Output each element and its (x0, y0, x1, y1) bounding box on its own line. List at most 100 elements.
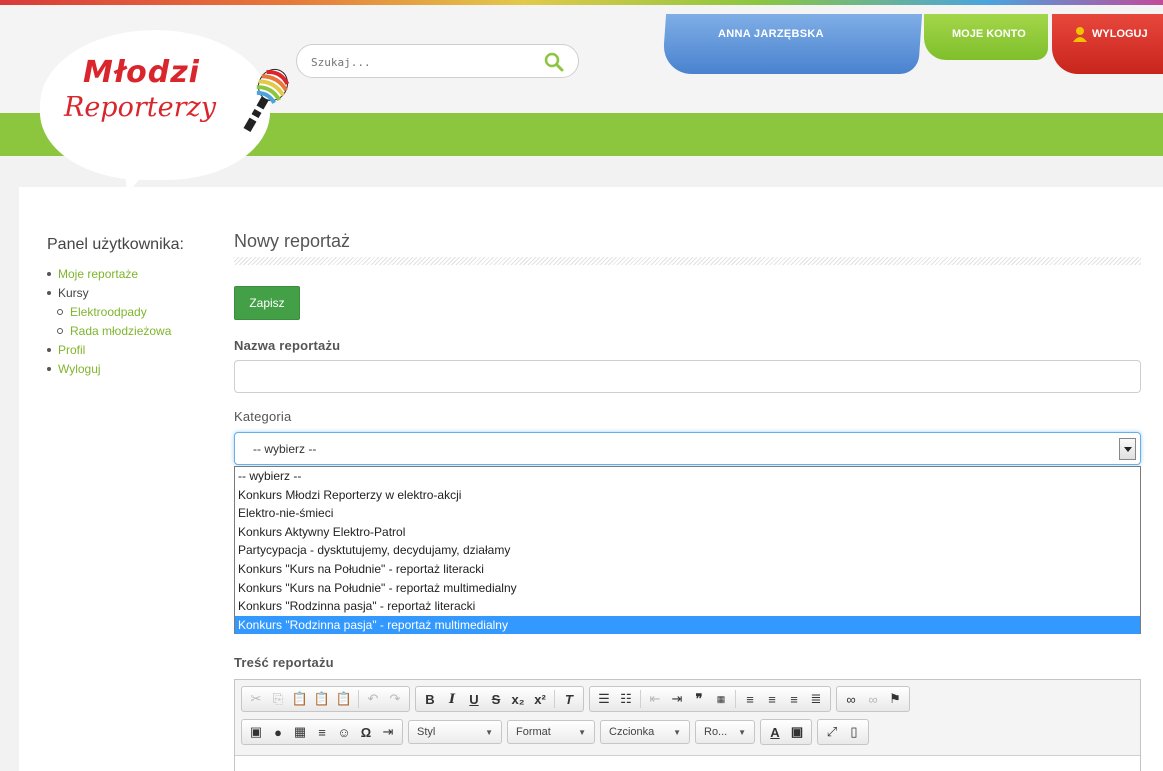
sidebar-item-profile[interactable]: Profil (47, 340, 171, 359)
remove-format-icon[interactable]: T (559, 689, 579, 709)
bulleted-list-icon[interactable]: ☷ (616, 689, 636, 709)
search-input[interactable] (311, 52, 541, 72)
logo-text-reporterzy[interactable]: Reporterzy (64, 92, 216, 123)
align-right-icon[interactable]: ≡ (784, 689, 804, 709)
indent-icon[interactable]: ⇥ (667, 689, 687, 709)
sidebar-subitem-elektroodpady[interactable]: Elektroodpady (57, 302, 171, 321)
sidebar-item-label[interactable]: Moje reportaże (58, 265, 138, 283)
category-selected-value[interactable]: -- wybierz -- (253, 442, 316, 456)
link-icon[interactable]: ∞ (841, 689, 861, 709)
sidebar-item-label[interactable]: Profil (58, 341, 85, 359)
font-size-dropdown[interactable]: Ro... ▼ (695, 720, 755, 744)
align-left-icon[interactable]: ≡ (740, 689, 760, 709)
rich-text-editor: ✂ ⎘ 📋 📋 📋 ↶ ↷ B I U S x₂ x² T ☰ ☷ ⇤ ⇥ ❞ … (234, 679, 1141, 771)
italic-icon[interactable]: I (442, 689, 462, 709)
chevron-down-icon[interactable]: ▼ (673, 728, 681, 737)
format-dropdown[interactable]: Format ▼ (507, 720, 595, 744)
flash-icon[interactable]: ● (268, 722, 288, 742)
blockquote-icon[interactable]: ❞ (689, 689, 709, 709)
dropdown-option[interactable]: Partycypacja - dysktutujemy, decydujamy,… (235, 541, 1140, 560)
anchor-flag-icon[interactable]: ⚑ (885, 689, 905, 709)
redo-icon[interactable]: ↷ (385, 689, 405, 709)
paragraph-group: ☰ ☷ ⇤ ⇥ ❞ ▦ ≡ ≡ ≡ ≣ (589, 686, 831, 712)
create-div-icon[interactable]: ▦ (711, 689, 731, 709)
dropdown-option[interactable]: Elektro-nie-śmieci (235, 504, 1140, 523)
dropdown-option[interactable]: Konkurs "Kurs na Południe" - reportaż li… (235, 560, 1140, 579)
smiley-icon[interactable]: ☺ (334, 722, 354, 742)
align-center-icon[interactable]: ≡ (762, 689, 782, 709)
bullet (47, 366, 51, 371)
cut-icon[interactable]: ✂ (246, 689, 266, 709)
user-name-tab[interactable] (661, 14, 923, 74)
show-blocks-icon[interactable]: ▯ (844, 722, 864, 742)
paste-icon[interactable]: 📋 (290, 689, 310, 709)
category-label: Kategoria (234, 409, 292, 424)
sidebar-submenu-courses: Elektroodpady Rada młodzieżowa (47, 302, 171, 340)
logo-text-mlodzi[interactable]: Młodzi (83, 55, 200, 90)
separator (554, 690, 555, 708)
sidebar-item-label[interactable]: Elektroodpady (70, 303, 147, 321)
bullet (47, 271, 51, 276)
numbered-list-icon[interactable]: ☰ (594, 689, 614, 709)
search-box[interactable] (296, 44, 579, 78)
strikethrough-icon[interactable]: S (486, 689, 506, 709)
maximize-icon[interactable]: ⤢ (822, 722, 842, 742)
page: Młodzi Reporterzy ANNA JARZĘBSKA MOJE KO… (0, 0, 1163, 771)
sidebar-item-logout[interactable]: Wyloguj (47, 359, 171, 378)
font-size-dropdown-label[interactable]: Ro... (704, 726, 727, 738)
paste-text-icon[interactable]: 📋 (312, 689, 332, 709)
bold-icon[interactable]: B (420, 689, 440, 709)
report-name-input[interactable] (234, 360, 1141, 393)
dropdown-option[interactable]: Konkurs "Rodzinna pasja" - reportaż lite… (235, 597, 1140, 616)
editor-content-area[interactable] (235, 755, 1140, 771)
sidebar-item-label[interactable]: Wyloguj (58, 360, 101, 378)
page-break-icon[interactable]: ⇥ (378, 722, 398, 742)
font-dropdown[interactable]: Czcionka ▼ (600, 720, 690, 744)
format-dropdown-label[interactable]: Format (516, 726, 551, 738)
copy-icon[interactable]: ⎘ (268, 689, 288, 709)
report-name-label: Nazwa reportażu (234, 338, 341, 353)
style-dropdown-label[interactable]: Styl (417, 726, 435, 738)
bullet (47, 347, 51, 352)
background-color-icon[interactable]: ▣ (787, 722, 807, 742)
superscript-icon[interactable]: x² (530, 689, 550, 709)
chevron-down-icon[interactable]: ▼ (738, 728, 746, 737)
search-icon[interactable] (544, 52, 564, 72)
subscript-icon[interactable]: x₂ (508, 689, 528, 709)
special-char-icon[interactable]: Ω (356, 722, 376, 742)
sidebar-subitem-rada-mlodziezowa[interactable]: Rada młodzieżowa (57, 321, 171, 340)
bullet (47, 290, 51, 295)
dropdown-option[interactable]: Konkurs "Kurs na Południe" - reportaż mu… (235, 579, 1140, 598)
chevron-down-icon[interactable] (1119, 438, 1136, 460)
image-icon[interactable]: ▣ (246, 722, 266, 742)
outdent-icon[interactable]: ⇤ (645, 689, 665, 709)
paste-word-icon[interactable]: 📋 (334, 689, 354, 709)
unlink-icon[interactable]: ∞ (863, 689, 883, 709)
dropdown-option[interactable]: -- wybierz -- (235, 467, 1140, 486)
user-name-label[interactable]: ANNA JARZĘBSKA (718, 28, 824, 40)
category-select[interactable]: -- wybierz -- (234, 432, 1141, 465)
dropdown-option-highlighted[interactable]: Konkurs "Rodzinna pasja" - reportaż mult… (235, 615, 1140, 635)
style-dropdown[interactable]: Styl ▼ (408, 720, 502, 744)
horizontal-line-icon[interactable]: ≡ (312, 722, 332, 742)
dropdown-option[interactable]: Konkurs Młodzi Reporterzy w elektro-akcj… (235, 486, 1140, 505)
font-dropdown-label[interactable]: Czcionka (609, 726, 654, 738)
dropdown-option[interactable]: Konkurs Aktywny Elektro-Patrol (235, 523, 1140, 542)
chevron-down-icon[interactable]: ▼ (578, 728, 586, 737)
align-justify-icon[interactable]: ≣ (806, 689, 826, 709)
table-icon[interactable]: ▦ (290, 722, 310, 742)
logout-label[interactable]: WYLOGUJ (1092, 28, 1148, 40)
sidebar-item-my-reports[interactable]: Moje reportaże (47, 264, 171, 283)
sidebar-item-label[interactable]: Rada młodzieżowa (70, 322, 171, 340)
chevron-down-icon[interactable]: ▼ (485, 728, 493, 737)
logo-bubble-tail (117, 147, 163, 198)
undo-icon[interactable]: ↶ (363, 689, 383, 709)
sidebar-menu: Moje reportaże Kursy Elektroodpady Rada … (47, 264, 171, 378)
underline-icon[interactable]: U (464, 689, 484, 709)
logout-tab[interactable] (1052, 14, 1163, 74)
text-color-icon[interactable]: A (765, 722, 785, 742)
separator (358, 690, 359, 708)
my-account-label[interactable]: MOJE KONTO (952, 28, 1026, 40)
colors-group: A ▣ (760, 719, 812, 745)
save-button[interactable]: Zapisz (234, 286, 300, 320)
